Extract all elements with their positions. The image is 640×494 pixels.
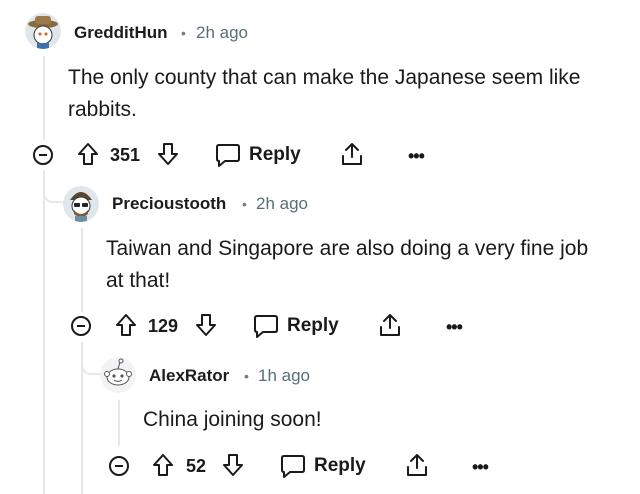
comment-author[interactable]: AlexRator xyxy=(149,366,229,386)
avatar[interactable] xyxy=(25,13,61,49)
comment-body-line: China joining soon! xyxy=(143,408,322,431)
upvote-icon[interactable] xyxy=(115,313,137,337)
comment-bubble-icon xyxy=(281,455,305,478)
share-icon[interactable] xyxy=(405,452,429,478)
reply-button-label: Reply xyxy=(314,455,366,476)
thread-line xyxy=(118,400,120,446)
vote-score: 52 xyxy=(186,456,207,476)
comment-author[interactable]: Precioustooth xyxy=(112,194,226,214)
collapse-thread-button[interactable] xyxy=(33,145,53,165)
reply-button-label: Reply xyxy=(249,144,301,165)
comment-timestamp: 2h ago xyxy=(196,23,248,42)
thread-line xyxy=(43,56,45,140)
meta-separator: • xyxy=(242,196,247,212)
upvote-icon[interactable] xyxy=(77,142,99,166)
reply-button-label: Reply xyxy=(287,315,339,336)
avatar[interactable] xyxy=(63,186,99,222)
downvote-icon[interactable] xyxy=(222,453,244,477)
share-icon[interactable] xyxy=(340,141,364,167)
meta-separator: • xyxy=(181,25,186,41)
comment-author[interactable]: GredditHun xyxy=(74,23,168,43)
vote-score: 351 xyxy=(110,145,141,165)
comment-timestamp: 1h ago xyxy=(258,366,310,385)
more-options-button[interactable]: ••• xyxy=(446,317,463,338)
comment-bubble-icon xyxy=(254,315,278,338)
comment-body-line: Taiwan and Singapore are also doing a ve… xyxy=(106,237,589,260)
share-icon[interactable] xyxy=(378,312,402,338)
thread-line xyxy=(81,228,83,312)
upvote-icon[interactable] xyxy=(152,453,174,477)
collapse-thread-button[interactable] xyxy=(109,456,129,476)
comment-body-line: at that! xyxy=(106,269,171,292)
more-options-button[interactable]: ••• xyxy=(408,146,425,167)
downvote-icon[interactable] xyxy=(195,313,217,337)
more-options-button[interactable]: ••• xyxy=(472,457,489,478)
thread-line xyxy=(43,170,45,494)
comment-body-line: rabbits. xyxy=(68,98,137,121)
downvote-icon[interactable] xyxy=(157,142,179,166)
collapse-thread-button[interactable] xyxy=(71,316,91,336)
meta-separator: • xyxy=(244,368,249,384)
comment-bubble-icon xyxy=(216,144,240,167)
avatar[interactable] xyxy=(100,357,136,393)
comment-timestamp: 2h ago xyxy=(256,194,308,213)
vote-score: 129 xyxy=(148,316,179,336)
comment-body-line: The only county that can make the Japane… xyxy=(68,66,581,89)
